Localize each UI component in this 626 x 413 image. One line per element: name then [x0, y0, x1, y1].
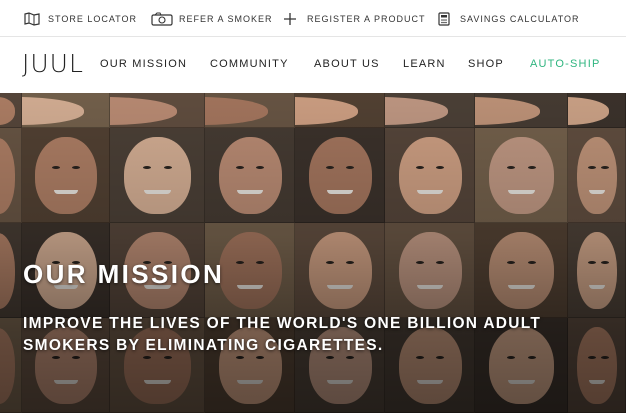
nav-learn[interactable]: LEARN — [403, 58, 446, 70]
refer-icon — [151, 11, 175, 27]
map-icon — [24, 11, 44, 27]
hero-title: OUR MISSION — [23, 259, 225, 289]
nav-community[interactable]: COMMUNITY — [210, 58, 289, 70]
main-nav: JUUL OUR MISSION COMMUNITY ABOUT US LEAR… — [0, 38, 626, 93]
calculator-icon — [438, 11, 456, 27]
juul-logo[interactable]: JUUL — [22, 51, 84, 77]
store-locator-label: STORE LOCATOR — [48, 14, 138, 24]
hero-subtitle: IMPROVE THE LIVES OF THE WORLD'S ONE BIL… — [23, 315, 542, 354]
hero-overlay — [0, 93, 626, 413]
nav-about-us[interactable]: ABOUT US — [314, 58, 380, 70]
register-product-label: REGISTER A PRODUCT — [307, 14, 426, 24]
refer-smoker-link[interactable]: REFER A SMOKER — [151, 9, 273, 29]
savings-calculator-label: SAVINGS CALCULATOR — [460, 14, 580, 24]
nav-shop[interactable]: SHOP — [468, 58, 504, 70]
nav-auto-ship[interactable]: AUTO-SHIP — [530, 58, 601, 70]
register-product-link[interactable]: REGISTER A PRODUCT — [283, 9, 426, 29]
nav-our-mission[interactable]: OUR MISSION — [100, 58, 187, 70]
utility-bar: STORE LOCATOR REFER A SMOKER REGISTER A … — [0, 0, 626, 37]
refer-smoker-label: REFER A SMOKER — [179, 14, 273, 24]
hero-banner: OUR MISSION IMPROVE THE LIVES OF THE WOR… — [0, 93, 626, 413]
store-locator-link[interactable]: STORE LOCATOR — [24, 9, 137, 29]
savings-calculator-link[interactable]: SAVINGS CALCULATOR — [438, 9, 580, 29]
plus-icon — [283, 11, 303, 27]
